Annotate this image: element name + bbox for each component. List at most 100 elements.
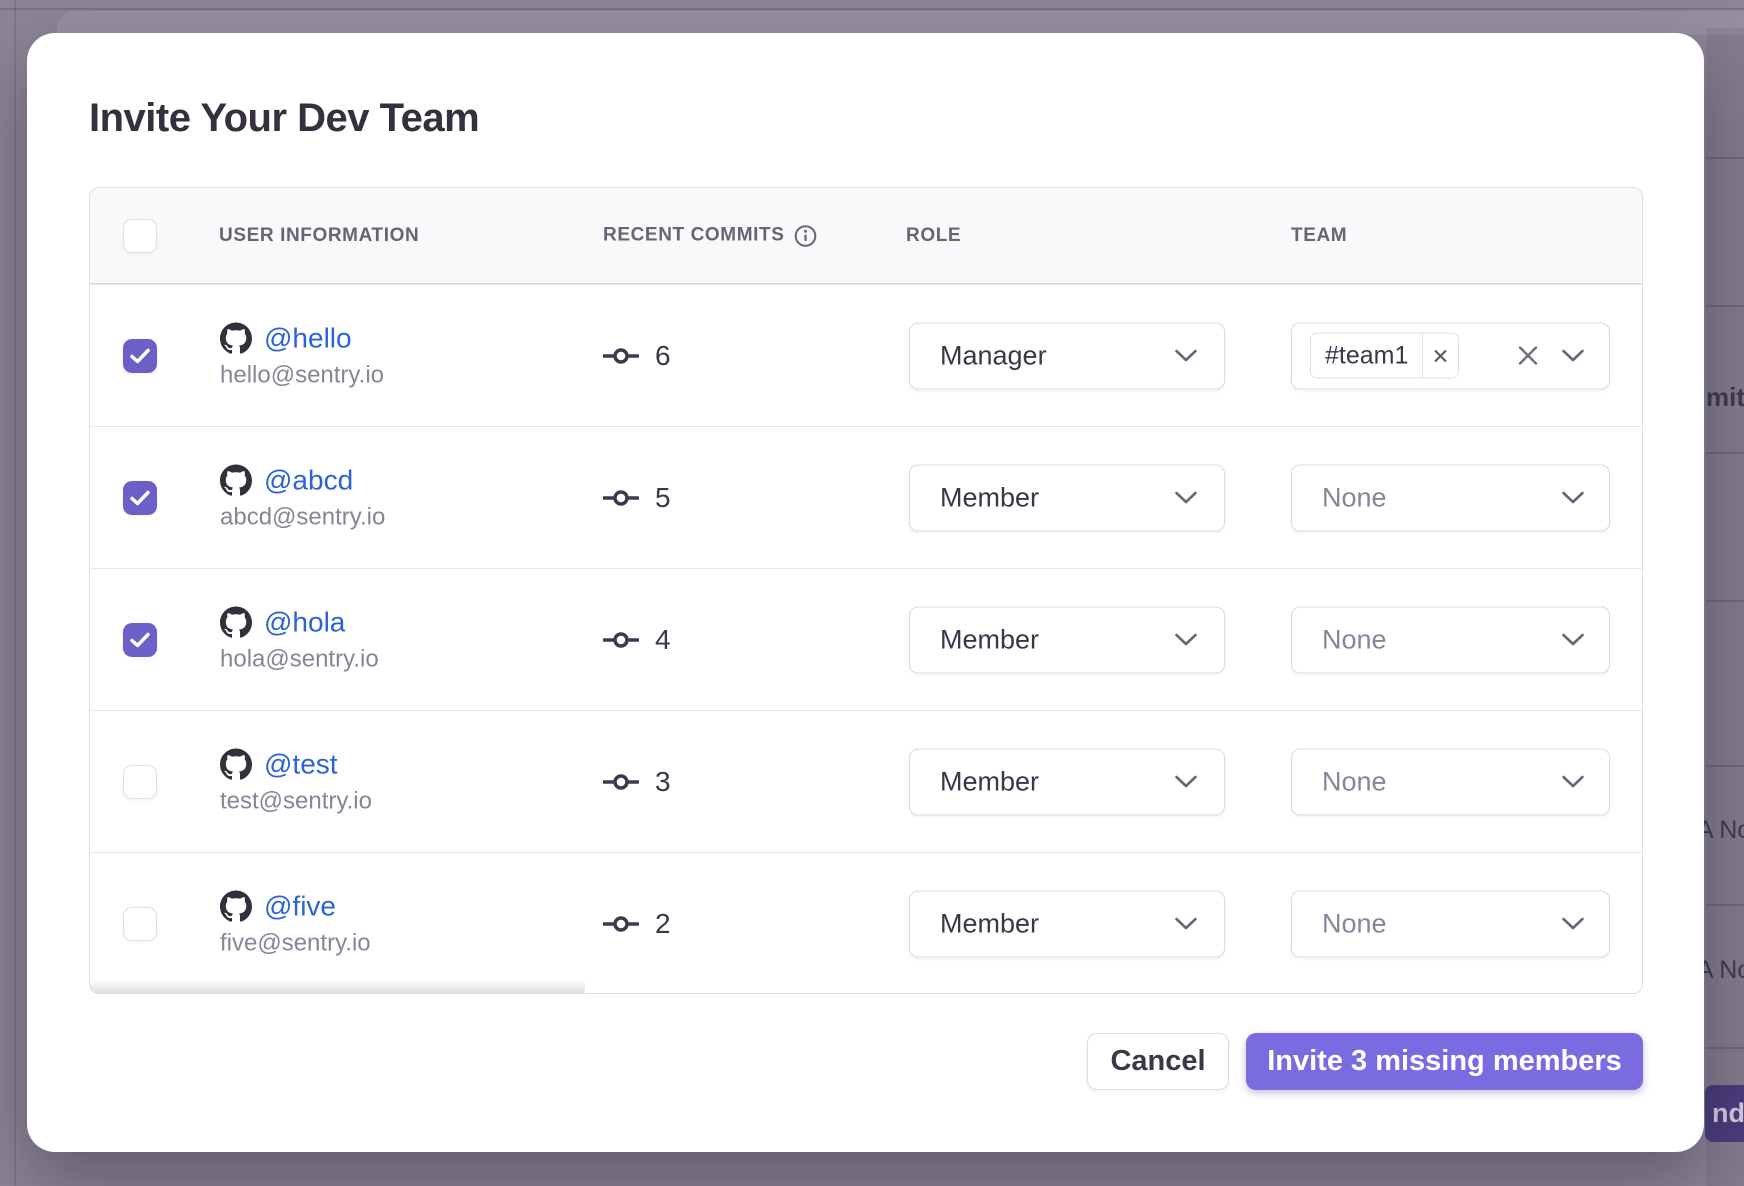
background-row-line	[1706, 600, 1744, 602]
role-select-value: Member	[940, 908, 1039, 939]
check-icon	[130, 632, 150, 648]
background-card-edge	[57, 11, 1744, 35]
github-username-link[interactable]: @hola	[264, 606, 345, 638]
commit-count: 3	[655, 766, 671, 798]
chevron-down-icon	[1561, 917, 1585, 931]
row-checkbox[interactable]	[123, 339, 157, 373]
role-select[interactable]: Member	[909, 890, 1225, 957]
commit-count: 2	[655, 908, 671, 940]
github-icon	[220, 464, 252, 496]
user-email: test@sentry.io	[220, 787, 372, 815]
role-select-value: Member	[940, 766, 1039, 797]
github-username-link[interactable]: @hello	[264, 322, 352, 354]
column-header-label: ROLE	[906, 225, 961, 247]
git-commit-icon	[603, 488, 639, 508]
user-info-cell: @five five@sentry.io	[220, 890, 371, 957]
team-select[interactable]: None	[1291, 890, 1610, 957]
invite-members-table: USER INFORMATION RECENT COMMITS ROLE TEA…	[89, 187, 1643, 994]
background-divider-vertical	[14, 0, 16, 1186]
user-info-cell: @hola hola@sentry.io	[220, 606, 379, 673]
row-checkbox[interactable]	[123, 765, 157, 799]
git-commit-icon	[603, 914, 639, 934]
table-scroll-shadow	[90, 979, 585, 993]
role-select[interactable]: Manager	[909, 322, 1225, 389]
git-commit-icon	[603, 346, 639, 366]
team-select[interactable]: None	[1291, 606, 1610, 673]
team-select[interactable]: None	[1291, 748, 1610, 815]
github-username-link[interactable]: @test	[264, 748, 338, 780]
background-row-line	[1706, 157, 1744, 159]
background-row-line	[1706, 1047, 1744, 1049]
background-row-line	[1706, 904, 1744, 906]
github-icon	[220, 890, 252, 922]
chevron-down-icon	[1561, 775, 1585, 789]
chevron-down-icon	[1174, 491, 1198, 505]
role-select-value: Member	[940, 624, 1039, 655]
check-icon	[130, 490, 150, 506]
column-header-user-information: USER INFORMATION	[219, 225, 419, 247]
clear-selection-icon[interactable]	[1517, 345, 1539, 367]
role-select[interactable]: Member	[909, 606, 1225, 673]
role-select[interactable]: Member	[909, 464, 1225, 531]
row-checkbox[interactable]	[123, 907, 157, 941]
git-commit-icon	[603, 630, 639, 650]
column-header-team: TEAM	[1291, 225, 1347, 247]
git-commit-icon	[603, 772, 639, 792]
commit-count: 4	[655, 624, 671, 656]
chevron-down-icon	[1561, 349, 1585, 363]
background-divider-horizontal	[0, 8, 1744, 10]
row-checkbox[interactable]	[123, 481, 157, 515]
team-select-value: None	[1322, 908, 1387, 939]
modal-title: Invite Your Dev Team	[89, 96, 479, 141]
commit-count: 6	[655, 340, 671, 372]
recent-commits-cell: 5	[603, 482, 671, 514]
info-icon[interactable]	[794, 224, 817, 247]
background-button-fragment: nd	[1705, 1085, 1744, 1142]
column-header-recent-commits: RECENT COMMITS	[603, 224, 817, 247]
role-select-value: Member	[940, 482, 1039, 513]
team-chip: #team1	[1310, 333, 1459, 379]
role-select[interactable]: Member	[909, 748, 1225, 815]
role-select-value: Manager	[940, 340, 1047, 371]
user-email: hola@sentry.io	[220, 645, 379, 673]
check-icon	[130, 348, 150, 364]
recent-commits-cell: 4	[603, 624, 671, 656]
recent-commits-cell: 6	[603, 340, 671, 372]
chevron-down-icon	[1174, 349, 1198, 363]
chevron-down-icon	[1174, 775, 1198, 789]
table-row: @hello hello@sentry.io 6 Manager #team1	[90, 284, 1642, 426]
user-email: five@sentry.io	[220, 929, 371, 957]
remove-team-icon[interactable]	[1422, 334, 1458, 378]
user-info-cell: @test test@sentry.io	[220, 748, 372, 815]
github-username-link[interactable]: @abcd	[264, 464, 353, 496]
team-select-value: None	[1322, 482, 1387, 513]
github-icon	[220, 322, 252, 354]
select-all-checkbox[interactable]	[123, 219, 157, 253]
github-icon	[220, 606, 252, 638]
background-text-fragment: A No	[1697, 816, 1744, 845]
team-select-value: None	[1322, 624, 1387, 655]
invite-dev-team-modal: Invite Your Dev Team USER INFORMATION RE…	[27, 33, 1704, 1152]
commit-count: 5	[655, 482, 671, 514]
recent-commits-cell: 3	[603, 766, 671, 798]
team-select-value: None	[1322, 766, 1387, 797]
background-text-fragment-commits: mit	[1706, 382, 1744, 413]
invite-missing-members-button[interactable]: Invite 3 missing members	[1246, 1033, 1643, 1090]
table-row: @test test@sentry.io 3 Member None	[90, 710, 1642, 852]
chevron-down-icon	[1561, 491, 1585, 505]
column-header-role: ROLE	[906, 225, 961, 247]
row-checkbox[interactable]	[123, 623, 157, 657]
background-text-fragment: A No	[1697, 956, 1744, 985]
background-row-line	[1706, 452, 1744, 454]
recent-commits-cell: 2	[603, 908, 671, 940]
github-username-link[interactable]: @five	[264, 890, 336, 922]
chevron-down-icon	[1174, 917, 1198, 931]
table-row: @abcd abcd@sentry.io 5 Member None	[90, 426, 1642, 568]
chevron-down-icon	[1561, 633, 1585, 647]
column-header-label: RECENT COMMITS	[603, 225, 785, 247]
cancel-button[interactable]: Cancel	[1087, 1033, 1229, 1090]
team-select[interactable]: None	[1291, 464, 1610, 531]
user-email: hello@sentry.io	[220, 361, 384, 389]
table-row: @five five@sentry.io 2 Member None	[90, 852, 1642, 994]
team-multiselect[interactable]: #team1	[1291, 322, 1610, 389]
